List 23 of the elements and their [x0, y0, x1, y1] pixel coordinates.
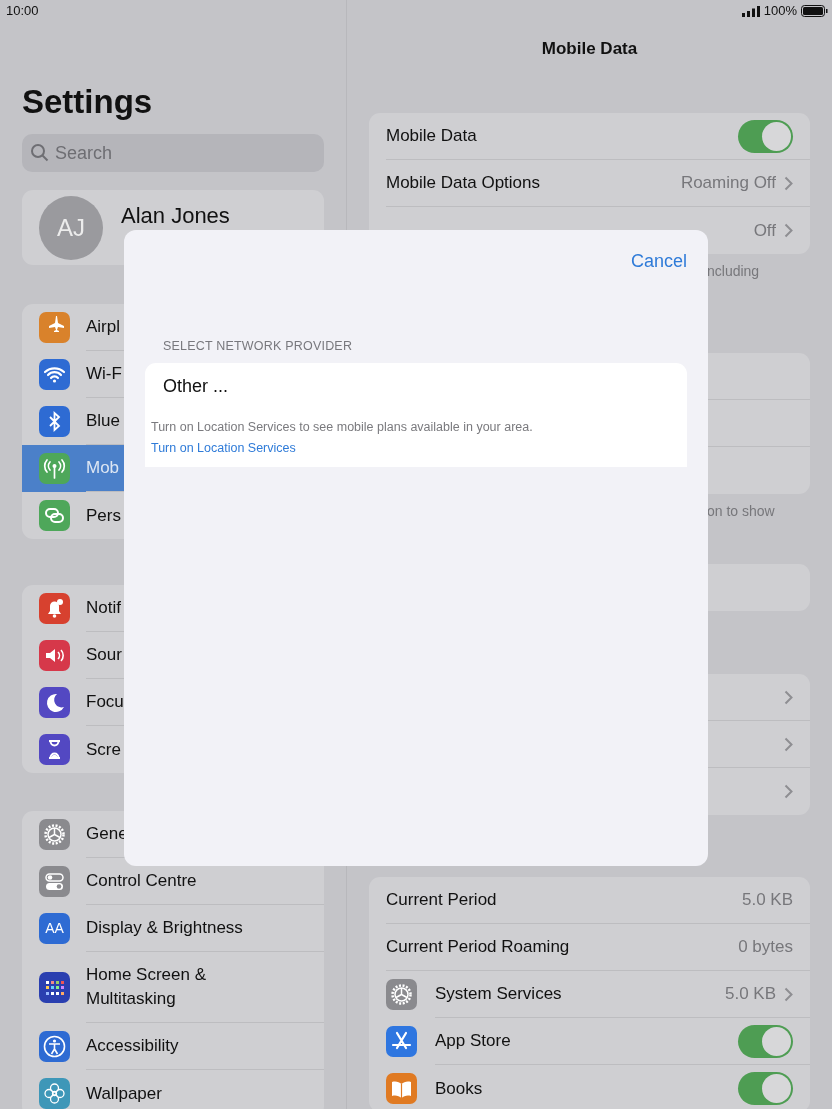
row-value: Roaming Off	[680, 172, 776, 195]
battery-percent: 100%	[763, 2, 797, 21]
avatar: AJ	[39, 195, 103, 260]
row-label: System Services	[435, 983, 563, 1006]
profile-name: Alan Jones	[121, 202, 230, 230]
row-label: App Store	[435, 1030, 512, 1053]
row-label: Current Period Roaming	[386, 936, 571, 959]
status-time: 10:00	[6, 2, 40, 20]
text-size-icon: AA	[39, 913, 70, 944]
section-header: SELECT NETWORK PROVIDER	[162, 338, 354, 355]
footer-text: on to show	[706, 502, 776, 520]
row-label: Current Period	[386, 889, 498, 912]
page-title: Mobile Data	[540, 38, 639, 60]
footer-text: ncluding	[706, 262, 761, 280]
row-value: 5.0 KB	[724, 983, 776, 1006]
row-label: Mobile Data	[386, 125, 478, 148]
settings-title: Settings	[22, 84, 154, 120]
row-value: Off	[753, 219, 776, 242]
row-value: 0 bytes	[738, 936, 793, 959]
row-value: 5.0 KB	[741, 889, 793, 912]
note-text: Turn on Location Services to see mobile plans available in your area.	[151, 418, 534, 435]
row-label: Books	[435, 1077, 484, 1100]
row-label: Mobile Data Options	[386, 172, 542, 195]
